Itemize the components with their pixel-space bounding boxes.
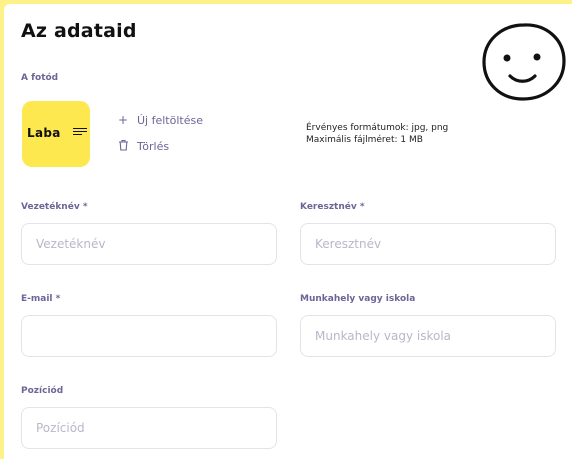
first-name-label: Keresztnév * — [300, 202, 365, 212]
delete-button[interactable]: Törlés — [118, 139, 169, 154]
last-name-input[interactable] — [21, 223, 277, 265]
profile-photo: Laba — [22, 101, 90, 167]
page-title: Az adataid — [21, 20, 137, 42]
upload-button[interactable]: + Új feltöltése — [118, 113, 203, 127]
workplace-label: Munkahely vagy iskola — [300, 294, 416, 304]
logo-text: Laba — [27, 126, 61, 140]
last-name-label: Vezetéknév * — [21, 202, 88, 212]
position-label: Pozíciód — [21, 386, 64, 396]
filesize-line: Maximális fájlméret: 1 MB — [306, 135, 423, 145]
logo-tagline-mark — [73, 128, 87, 136]
delete-label: Törlés — [137, 140, 170, 153]
workplace-input[interactable] — [300, 315, 556, 357]
photo-label: A fotód — [21, 73, 59, 83]
formats-line: Érvényes formátumok: jpg, png — [306, 123, 449, 133]
first-name-input[interactable] — [300, 223, 556, 265]
profile-card: Az adataid A fotód Laba + Új feltöltése … — [4, 4, 572, 459]
smiley-face-icon — [482, 23, 566, 101]
email-input[interactable] — [21, 315, 277, 357]
position-input[interactable] — [21, 407, 277, 449]
plus-icon: + — [118, 113, 129, 127]
email-label: E-mail * — [21, 294, 61, 304]
upload-label: Új feltöltése — [137, 113, 203, 127]
format-info: Érvényes formátumok: jpg, png Maximális … — [306, 122, 448, 146]
trash-icon — [118, 139, 132, 154]
